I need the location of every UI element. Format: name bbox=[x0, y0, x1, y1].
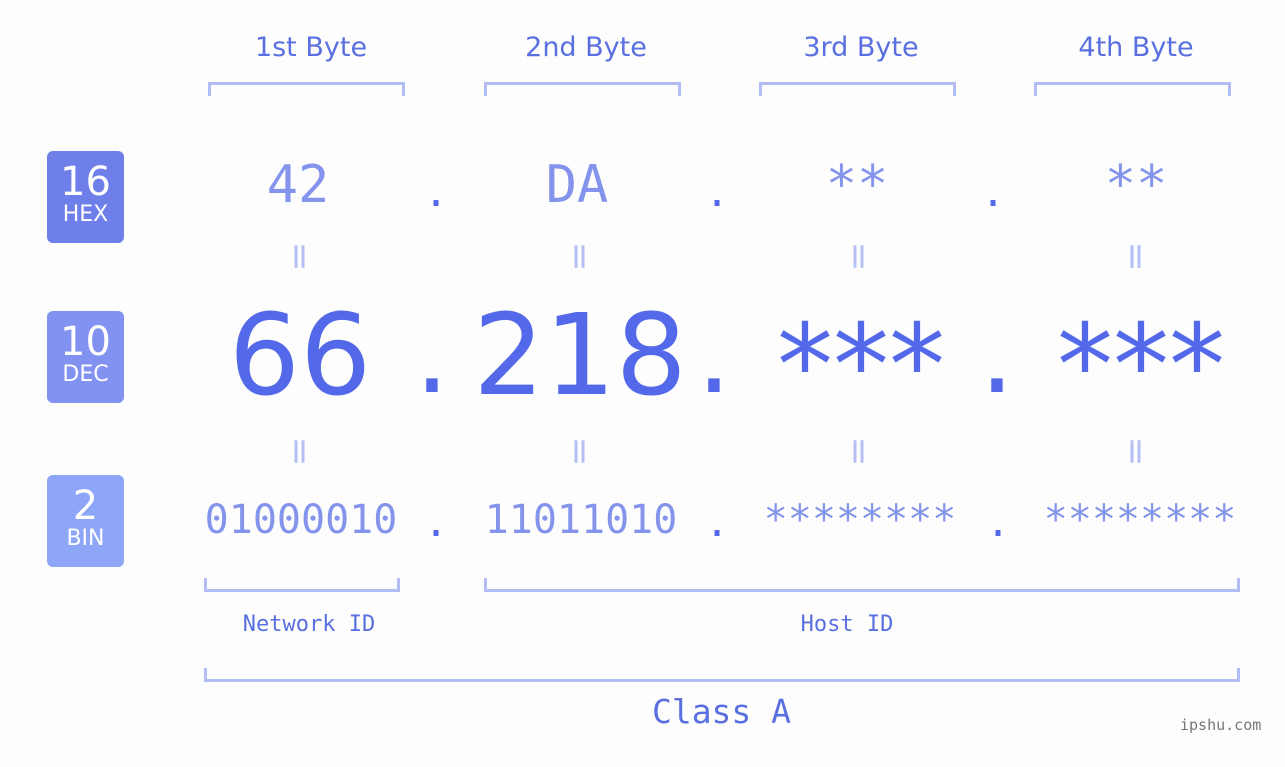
byte-header-4: 4th Byte bbox=[1078, 32, 1194, 63]
dec-separator: . bbox=[979, 290, 1015, 418]
bin-badge-label: BIN bbox=[66, 526, 105, 551]
bin-byte-2: 11011010 bbox=[484, 497, 678, 543]
dec-badge-label: DEC bbox=[62, 362, 109, 387]
byte-bracket-1 bbox=[208, 82, 405, 96]
equals-sign: = bbox=[838, 436, 880, 467]
byte-bracket-2 bbox=[484, 82, 681, 96]
equals-sign: = bbox=[279, 436, 321, 467]
equals-sign: = bbox=[559, 436, 601, 467]
hex-separator: . bbox=[423, 170, 449, 216]
bin-badge-base: 2 bbox=[72, 483, 99, 529]
byte-header-3: 3rd Byte bbox=[803, 32, 919, 63]
equals-sign: = bbox=[838, 241, 880, 272]
equals-sign: = bbox=[1115, 436, 1157, 467]
network-id-label: Network ID bbox=[242, 612, 376, 637]
byte-bracket-4 bbox=[1034, 82, 1231, 96]
hex-badge-base: 16 bbox=[60, 159, 111, 205]
byte-header-2: 2nd Byte bbox=[525, 32, 647, 63]
hex-badge: 16 HEX bbox=[47, 151, 124, 243]
bin-separator: . bbox=[985, 500, 1011, 546]
equals-sign: = bbox=[279, 241, 321, 272]
watermark: ipshu.com bbox=[1180, 716, 1262, 734]
dec-badge: 10 DEC bbox=[47, 311, 124, 403]
hex-badge-label: HEX bbox=[62, 202, 109, 227]
hex-separator: . bbox=[980, 170, 1006, 216]
class-bracket bbox=[204, 668, 1240, 682]
hex-separator: . bbox=[704, 170, 730, 216]
hex-byte-3: ** bbox=[825, 155, 889, 215]
dec-badge-base: 10 bbox=[60, 319, 111, 365]
bin-badge: 2 BIN bbox=[47, 475, 124, 567]
bin-byte-4: ******** bbox=[1043, 497, 1237, 543]
host-id-label: Host ID bbox=[800, 612, 894, 637]
bin-byte-3: ******** bbox=[763, 497, 957, 543]
byte-bracket-3 bbox=[759, 82, 956, 96]
hex-byte-4: ** bbox=[1104, 155, 1168, 215]
network-id-bracket bbox=[204, 578, 400, 592]
byte-header-1: 1st Byte bbox=[254, 32, 368, 63]
dec-byte-1: 66 bbox=[228, 291, 372, 421]
dec-separator: . bbox=[696, 290, 732, 418]
equals-sign: = bbox=[559, 241, 601, 272]
bin-separator: . bbox=[704, 500, 730, 546]
hex-byte-1: 42 bbox=[266, 155, 330, 215]
class-label: Class A bbox=[651, 692, 792, 731]
bin-byte-1: 01000010 bbox=[204, 497, 398, 543]
equals-sign: = bbox=[1115, 241, 1157, 272]
dec-byte-3: *** bbox=[777, 301, 945, 431]
dec-separator: . bbox=[414, 290, 450, 418]
host-id-bracket bbox=[484, 578, 1240, 592]
dec-byte-2: 218 bbox=[473, 291, 687, 421]
dec-byte-4: *** bbox=[1057, 301, 1225, 431]
hex-byte-2: DA bbox=[545, 155, 609, 215]
bin-separator: . bbox=[423, 500, 449, 546]
